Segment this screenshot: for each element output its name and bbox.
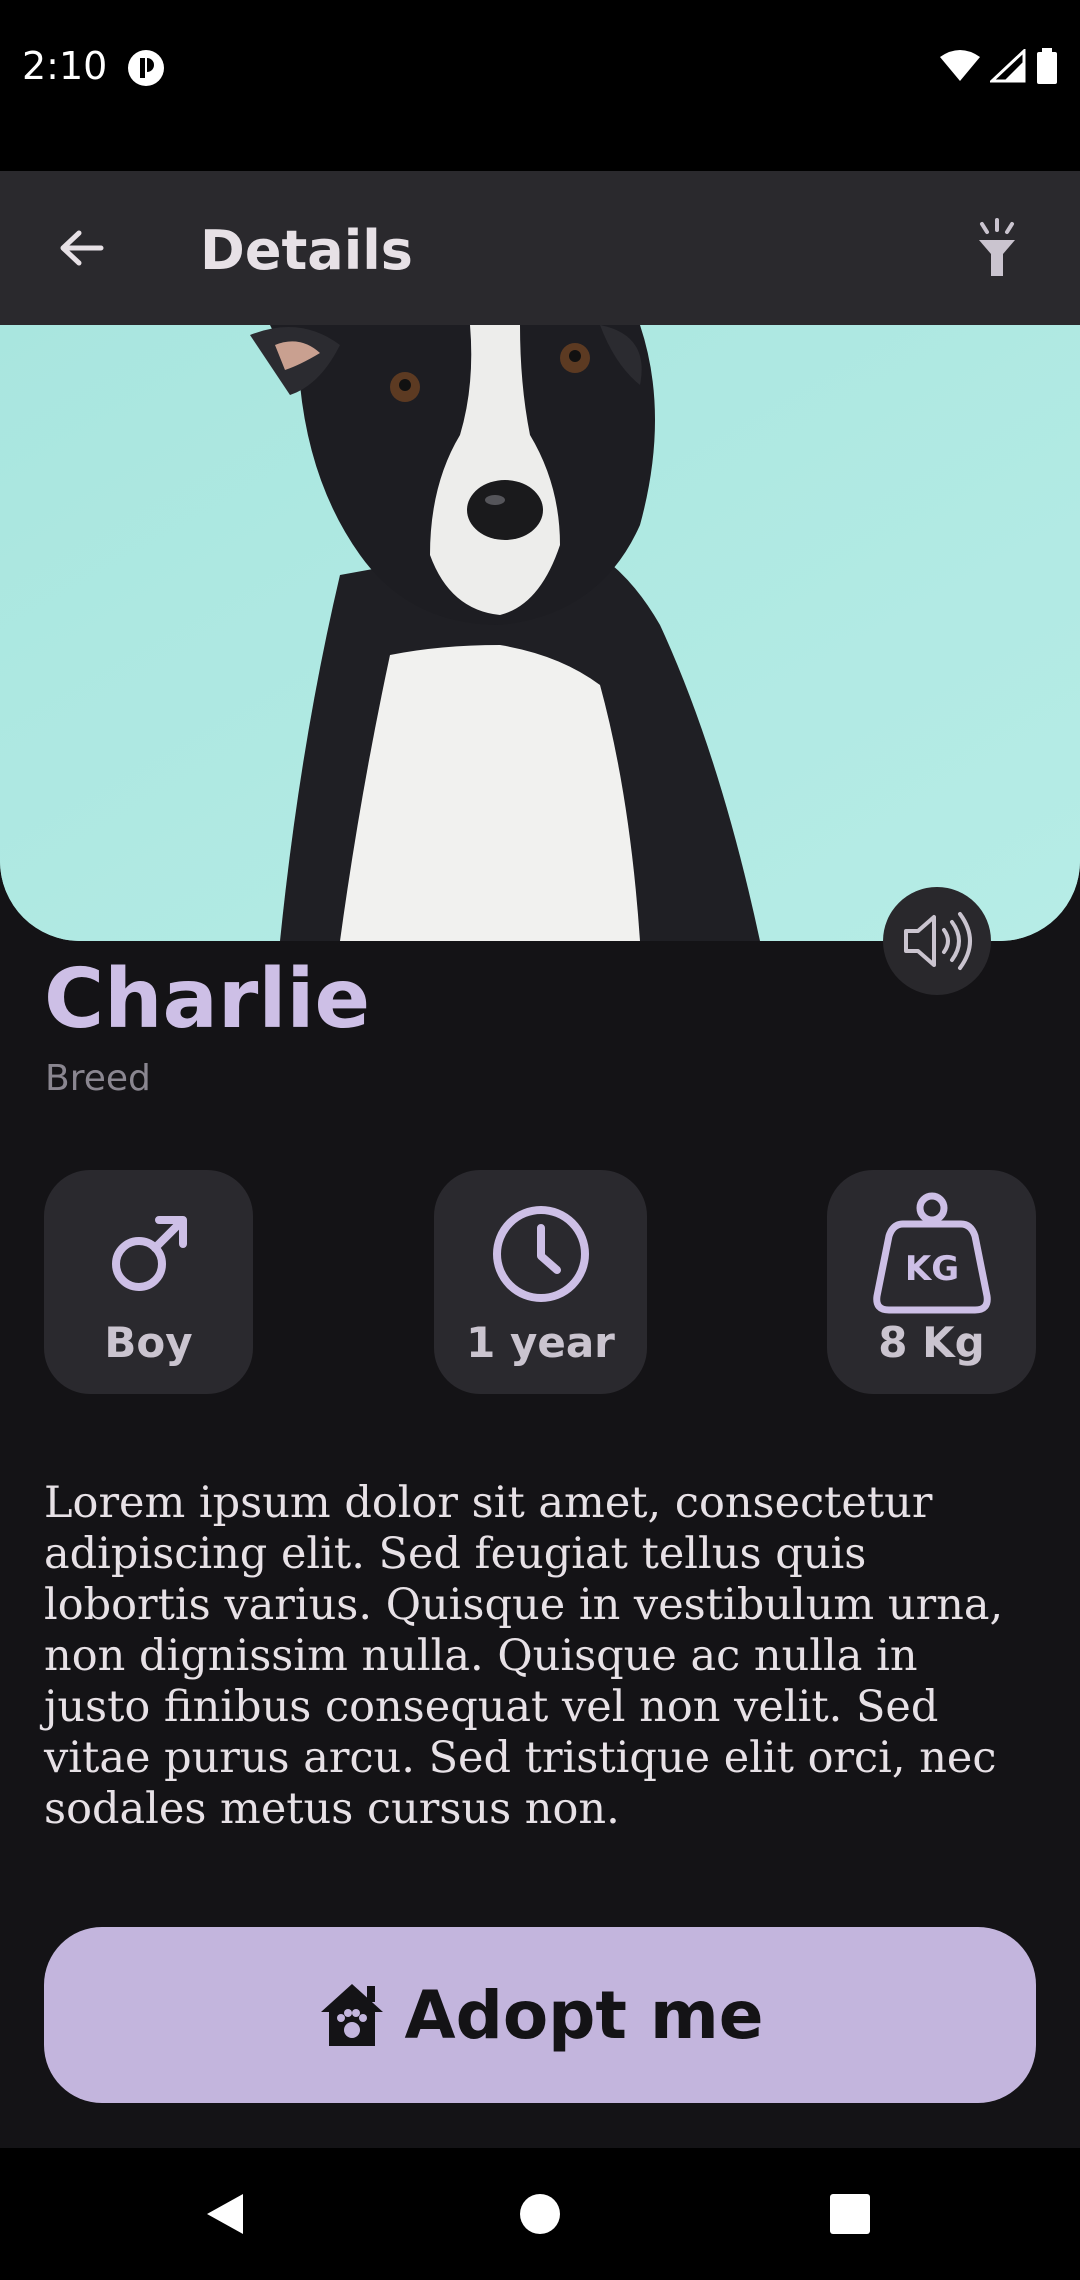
clock-icon [492, 1206, 589, 1302]
weight-icon: KG [872, 1192, 991, 1314]
dog-illustration [0, 325, 1080, 941]
wifi-icon [940, 50, 980, 81]
weight-card: KG 8 Kg [827, 1170, 1036, 1394]
play-sound-button[interactable] [883, 887, 991, 995]
adopt-button-label: Adopt me [404, 1976, 764, 2054]
battery-icon [1037, 48, 1057, 84]
system-navigation-bar [0, 2148, 1080, 2280]
gender-card: Boy [44, 1170, 253, 1394]
adopt-button[interactable]: Adopt me [44, 1927, 1036, 2103]
notification-app-icon [128, 50, 164, 86]
age-label: 1 year [466, 1318, 615, 1367]
pet-breed: Breed [45, 1058, 151, 1099]
pet-photo [0, 325, 1080, 941]
nav-home-icon [520, 2194, 560, 2234]
volume-icon [904, 912, 972, 970]
nav-home-button[interactable] [500, 2178, 580, 2250]
signal-icon [990, 49, 1026, 83]
pet-name: Charlie [44, 952, 371, 1047]
flashlight-icon [979, 218, 1015, 276]
status-bar: 2:10 [0, 0, 1080, 171]
flashlight-button[interactable] [960, 211, 1034, 285]
status-time: 2:10 [22, 44, 108, 88]
age-card: 1 year [434, 1170, 647, 1394]
back-button[interactable] [44, 211, 118, 285]
weight-icon-text: KG [904, 1249, 958, 1289]
male-icon [111, 1216, 187, 1291]
gender-label: Boy [104, 1318, 193, 1367]
nav-recents-button[interactable] [810, 2178, 890, 2250]
nav-back-button[interactable] [185, 2178, 265, 2250]
top-app-bar: Details [0, 171, 1080, 325]
status-icons [940, 48, 1058, 84]
page-title: Details [200, 219, 413, 282]
nav-back-icon [207, 2194, 243, 2234]
pet-description: Lorem ipsum dolor sit amet, consectetur … [44, 1478, 1004, 1834]
weight-label: 8 Kg [878, 1318, 985, 1367]
pet-house-icon [320, 1984, 383, 2046]
back-arrow-icon [60, 230, 104, 266]
nav-recents-icon [830, 2194, 870, 2234]
